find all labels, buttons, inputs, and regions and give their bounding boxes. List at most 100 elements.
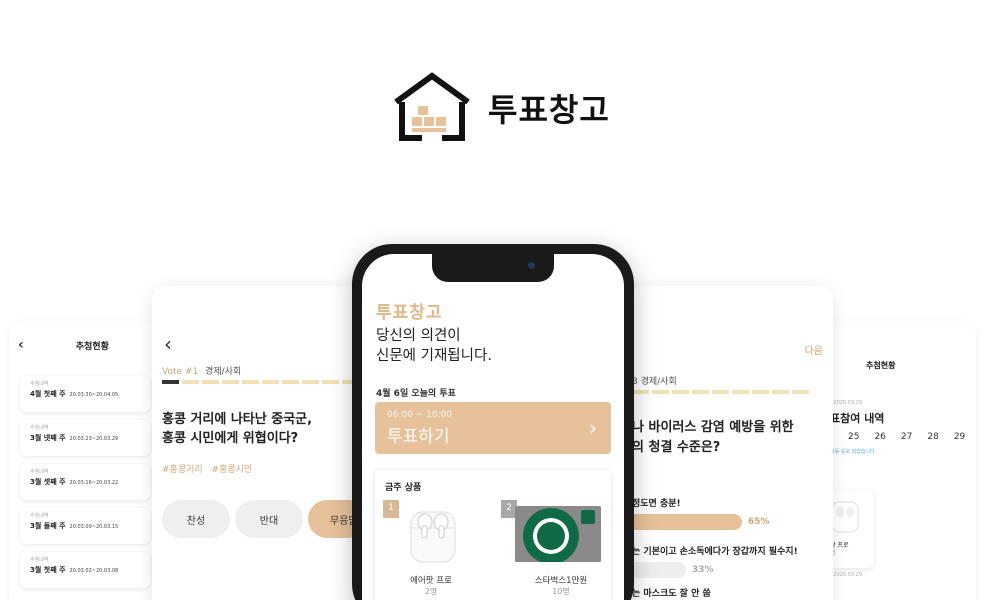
screen-title: 추첨현황 (75, 341, 109, 352)
vote-time: 06:00 ~ 10:00 (387, 410, 453, 420)
week-title: 3월 둘째 주 20.03.09~20.03.15 (30, 522, 119, 530)
week-small-label: 추첨내역 (30, 381, 49, 387)
week-small-label: 추첨내역 (30, 425, 49, 431)
participation-title: 표참여 내역 (830, 412, 885, 425)
starbucks-card-image[interactable] (515, 506, 601, 562)
progress-segment (732, 390, 749, 394)
week-title: 3월 넷째 주 20.03.23~20.03.29 (30, 434, 119, 442)
week-title: 4월 첫째 주 20.03.30~20.04.05 (30, 390, 119, 398)
vote-question: 홍콩 거리에 나타난 중국군, 홍콩 시민에게 위협이다? (162, 410, 312, 448)
airpods-icon (831, 501, 859, 533)
week-list: 추첨내역 4월 첫째 주 20.03.30~20.04.05 추첨내역 3월 넷째 주2… (10, 376, 160, 588)
question-line-2: 의 청결 수준은? (632, 440, 721, 455)
next-button[interactable]: 다음 (805, 342, 823, 357)
progress-segment (692, 390, 709, 394)
result-category: 3 경제/사회 (632, 377, 677, 387)
brand-logo: 투표창고 (392, 72, 610, 144)
week-card[interactable]: 추첨내역 3월 넷째 주 20.03.23~20.03.29 (20, 420, 150, 456)
headline-line-1: 당신의 의견이 (376, 328, 461, 344)
week-card[interactable]: 추첨내역 3월 첫째 주 20.03.02~20.03.08 (20, 552, 150, 588)
week-card[interactable]: 추첨내역 3월 둘째 주 20.03.09~20.03.15 (20, 508, 150, 544)
question-line-2: 홍콩 시민에게 위협이다? (162, 431, 299, 446)
progress-segment (162, 380, 179, 384)
agree-button[interactable]: 찬성 (162, 500, 230, 538)
progress-segment (222, 380, 239, 384)
day-number[interactable]: 29 (954, 432, 965, 442)
vote-category: 경제/사회 (205, 367, 242, 377)
progress-segment (712, 390, 729, 394)
hashtags: #홍콩거리 #홍콩시민 (162, 462, 252, 475)
starbucks-logo-icon (515, 506, 601, 562)
result-progress (632, 390, 809, 394)
progress-segment (262, 380, 279, 384)
progress-segment (632, 390, 649, 394)
day-row: 25 26 27 28 29 (848, 432, 965, 442)
question-line-1: 홍콩 거리에 나타난 중국군, (162, 412, 313, 427)
week-range: 20.03.02~20.03.08 (69, 568, 119, 574)
warehouse-house-icon (394, 72, 470, 141)
week-range: 20.03.30~20.04.05 (69, 392, 119, 398)
hashtag[interactable]: #홍콩거리 (162, 465, 203, 475)
date-small: - 2020.03.29 (830, 400, 863, 406)
result-bar (628, 562, 686, 578)
week-title: 3월 셋째 주 20.03.16~20.03.22 (30, 478, 119, 486)
progress-segment (672, 390, 689, 394)
progress-segment (792, 390, 809, 394)
draw-status-screen-right: 추첨현황 - 2020.03.29 표참여 내역 25 26 27 28 29 자동 응… (826, 322, 976, 600)
center-phone: 투표창고 당신의 의견이 신문에 기재됩니다. 4월 6일 오늘의 투표 06:… (352, 244, 634, 600)
result-percent: 65% (748, 517, 770, 527)
back-arrow-icon[interactable]: ‹ (18, 337, 24, 353)
draw-status-screen-left: ‹ 추첨현황 추첨내역 4월 첫째 주 20.03.30~20.04.05 추첨내역 3… (10, 322, 160, 600)
vote-result-screen: 다음 3 경제/사회 나 바이러스 감염 예방을 위한 의 청결 수준은? 정도… (628, 286, 833, 600)
headline-line-2: 신문에 기재됩니다. (376, 348, 492, 364)
day-number[interactable]: 26 (874, 432, 885, 442)
prize-name: 스타벅스1만원 (534, 576, 588, 586)
back-arrow-icon[interactable]: ‹ (164, 332, 172, 356)
week-small-label: 추첨내역 (30, 557, 49, 563)
airpods-pro-icon[interactable] (405, 506, 461, 566)
week-small-label: 추첨내역 (30, 469, 49, 475)
result-option-text: 정도면 충분! (632, 499, 681, 509)
week-small-label: 추첨내역 (30, 513, 49, 519)
week-range: 20.03.16~20.03.22 (69, 480, 119, 486)
logo-wordmark: 투표창고 (488, 91, 610, 129)
headline: 당신의 의견이 신문에 기재됩니다. (376, 326, 492, 366)
vote-number: Vote #1 (162, 367, 199, 377)
progress-segment (182, 380, 199, 384)
prize-count: 2명 (424, 587, 438, 596)
vote-progress (162, 380, 359, 384)
day-number[interactable]: 28 (927, 432, 938, 442)
progress-segment (282, 380, 299, 384)
phone-screen: 투표창고 당신의 의견이 신문에 기재됩니다. 4월 6일 오늘의 투표 06:… (362, 254, 624, 600)
prize-card[interactable]: 팟 프로 명 (826, 490, 874, 568)
question-line-1: 나 바이러스 감염 예방을 위한 (632, 420, 794, 435)
progress-segment (302, 380, 319, 384)
week-card[interactable]: 추첨내역 4월 첫째 주 20.03.30~20.04.05 (20, 376, 150, 412)
day-number[interactable]: 25 (848, 432, 859, 442)
progress-segment (752, 390, 769, 394)
hashtag[interactable]: #홍콩시민 (212, 465, 253, 475)
auto-entry-note: 자동 응모 되었습니다. (830, 449, 877, 455)
progress-segment (322, 380, 339, 384)
promo-stage: 투표창고 ‹ 추첨현황 추첨내역 4월 첫째 주 20.03.30~20.04.05… (0, 0, 984, 600)
progress-segment (652, 390, 669, 394)
screen-header: ‹ 추첨현황 (10, 322, 160, 368)
result-question: 나 바이러스 감염 예방을 위한 의 청결 수준은? (632, 418, 794, 458)
result-option-text: 는 마스크도 잘 안 씀 (632, 589, 711, 599)
progress-segment (242, 380, 259, 384)
week-title: 3월 첫째 주 20.03.02~20.03.08 (30, 566, 119, 574)
camera-icon (528, 262, 535, 269)
result-percent: 33% (692, 565, 714, 575)
vote-header: Vote #1 경제/사회 (162, 364, 241, 377)
vote-now-button[interactable]: 06:00 ~ 10:00 투표하기 › (375, 402, 611, 454)
result-option-text: 는 기본이고 손소독에다가 장갑까지 필수지! (632, 547, 798, 557)
prize-name: 에어팟 프로 (410, 576, 452, 586)
date-small-2: - 2020.03.29 (830, 572, 863, 578)
progress-segment (772, 390, 789, 394)
screen-title: 추첨현황 (866, 361, 896, 370)
day-number[interactable]: 27 (901, 432, 912, 442)
prizes-title: 금주 상품 (385, 483, 422, 493)
week-card[interactable]: 추첨내역 3월 셋째 주 20.03.16~20.03.22 (20, 464, 150, 500)
disagree-button[interactable]: 반대 (235, 500, 303, 538)
chevron-right-icon: › (589, 416, 597, 440)
